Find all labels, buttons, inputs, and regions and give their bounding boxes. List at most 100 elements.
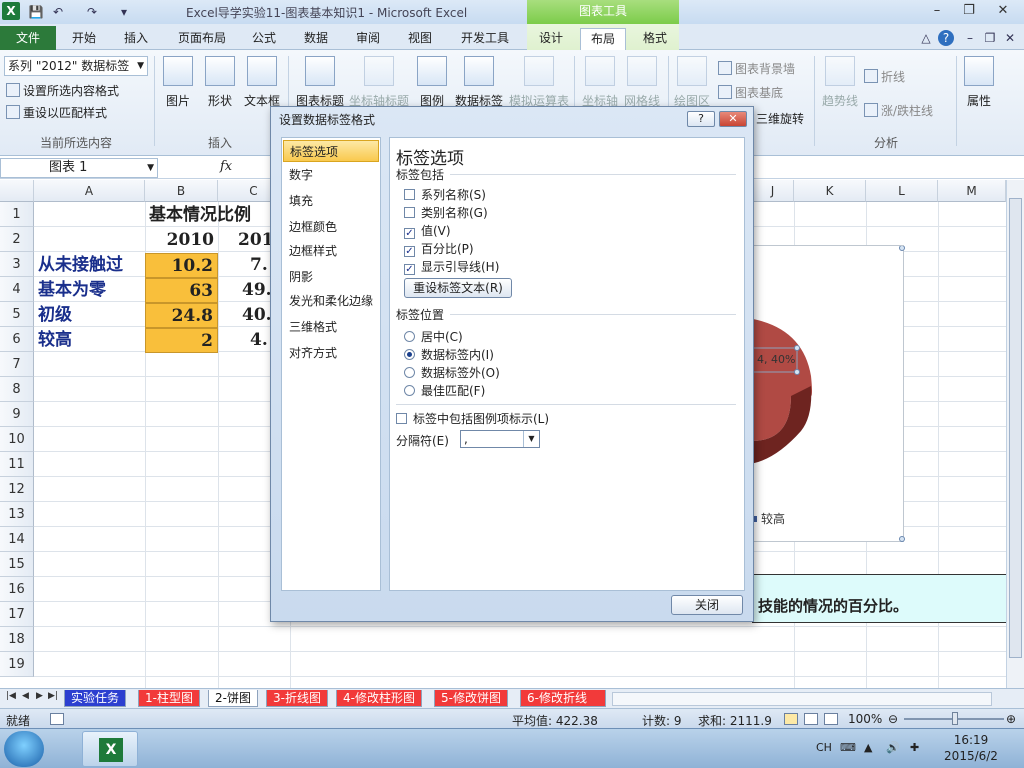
sheet-tab-mod-column[interactable]: 4-修改柱形图 [336, 690, 422, 707]
sheet-tab-task[interactable]: 实验任务 [64, 690, 127, 707]
position-best-fit-radio[interactable]: 最佳匹配(F) [404, 382, 485, 399]
horizontal-scrollbar[interactable] [612, 692, 992, 706]
data-table-button[interactable]: 模拟运算表 [508, 56, 570, 109]
trendline-button[interactable]: 趋势线 [820, 56, 860, 109]
workbook-restore-button[interactable]: ❐ [982, 30, 998, 46]
cell-a6[interactable]: 较高 [34, 328, 145, 353]
gridlines-button[interactable]: 网格线 [622, 56, 662, 109]
zoom-in-icon[interactable]: ⊕ [1006, 712, 1016, 726]
tab-layout[interactable]: 布局 [580, 28, 626, 50]
nav-shadow[interactable]: 阴影 [283, 266, 379, 288]
column-header-j[interactable]: J [752, 180, 794, 202]
next-sheet-icon[interactable]: ▶ [36, 691, 43, 701]
row-header[interactable]: 10 [0, 427, 34, 452]
tab-home[interactable]: 开始 [62, 28, 106, 50]
sheet-tab-mod-line[interactable]: 6-修改折线 [520, 690, 606, 707]
lines-button[interactable]: 折线 [864, 68, 905, 85]
workbook-minimize-button[interactable]: – [962, 30, 978, 46]
keyboard-icon[interactable]: ⌨ [840, 741, 856, 754]
row-header[interactable]: 14 [0, 527, 34, 552]
vertical-scroll-thumb[interactable] [1009, 198, 1022, 658]
cell-b5[interactable]: 24.8 [145, 303, 218, 328]
close-button[interactable]: ✕ [990, 2, 1016, 20]
format-selection-button[interactable]: 设置所选内容格式 [6, 82, 119, 99]
tab-format[interactable]: 格式 [634, 28, 676, 50]
nav-number[interactable]: 数字 [283, 164, 379, 186]
dialog-close-x-button[interactable]: ✕ [719, 111, 747, 127]
chart-floor-button[interactable]: 图表基底 [718, 84, 783, 101]
first-sheet-icon[interactable]: |◀ [6, 691, 16, 701]
macro-record-icon[interactable] [50, 713, 64, 725]
taskbar-clock[interactable]: 16:19 2015/6/2 [940, 732, 1002, 764]
save-icon[interactable]: 💾 [28, 4, 44, 20]
nav-label-options[interactable]: 标签选项 [283, 140, 379, 162]
row-header[interactable]: 16 [0, 577, 34, 602]
data-labels-button[interactable]: 数据标签 [452, 56, 506, 109]
row-header[interactable]: 13 [0, 502, 34, 527]
collapse-ribbon-icon[interactable]: △ [918, 30, 934, 46]
nav-fill[interactable]: 填充 [283, 190, 379, 212]
note-textbox[interactable]: 技能的情况的百分比。 [752, 574, 1006, 623]
nav-border-color[interactable]: 边框颜色 [283, 216, 379, 238]
cell-b1-title[interactable]: 基本情况比例 [140, 203, 260, 228]
chart-resize-handle[interactable] [899, 246, 905, 251]
cell-c2[interactable]: 201 [238, 228, 274, 253]
updown-bars-button[interactable]: 涨/跌柱线 [864, 102, 933, 119]
select-all-corner[interactable] [0, 180, 34, 202]
undo-icon[interactable]: ↶ [50, 4, 66, 20]
cell-a3[interactable]: 从未接触过 [34, 253, 145, 278]
customize-qat-icon[interactable]: ▾ [116, 4, 132, 20]
ime-indicator[interactable]: CH [816, 741, 832, 754]
series-name-checkbox[interactable]: 系列名称(S) [404, 186, 486, 203]
properties-button[interactable]: 属性 [962, 56, 996, 109]
help-icon[interactable]: ? [938, 30, 954, 46]
network-icon[interactable]: ✚ [910, 741, 919, 754]
vertical-scrollbar[interactable] [1006, 180, 1024, 688]
sheet-tab-column[interactable]: 1-柱型图 [138, 690, 200, 707]
page-layout-view-icon[interactable] [804, 713, 818, 725]
row-header[interactable]: 7 [0, 352, 34, 377]
sheet-tab-mod-pie[interactable]: 5-修改饼图 [434, 690, 508, 707]
column-header-k[interactable]: K [794, 180, 866, 202]
insert-textbox-button[interactable]: 文本框 [242, 56, 282, 109]
row-header[interactable]: 1 [0, 202, 34, 227]
workbook-close-button[interactable]: ✕ [1002, 30, 1018, 46]
category-name-checkbox[interactable]: 类别名称(G) [404, 204, 488, 221]
value-checkbox[interactable]: ✓ 值(V) [404, 222, 451, 239]
cell-a4[interactable]: 基本为零 [34, 278, 145, 303]
column-header-l[interactable]: L [866, 180, 938, 202]
leader-lines-checkbox[interactable]: ✓ 显示引导线(H) [404, 258, 499, 275]
position-outside-end-radio[interactable]: 数据标签外(O) [404, 364, 500, 381]
normal-view-icon[interactable] [784, 713, 798, 725]
chart-title-button[interactable]: 图表标题 [294, 56, 346, 109]
last-sheet-icon[interactable]: ▶| [48, 691, 58, 701]
row-header[interactable]: 19 [0, 652, 34, 677]
start-button[interactable] [4, 731, 44, 767]
chart-element-combo[interactable]: 系列 "2012" 数据标签 ▼ [4, 56, 148, 76]
maximize-button[interactable]: ❐ [956, 2, 982, 20]
tab-page-layout[interactable]: 页面布局 [170, 28, 234, 50]
row-header[interactable]: 5 [0, 302, 34, 327]
minimize-button[interactable]: – [924, 2, 950, 20]
show-hidden-icons-icon[interactable]: ▲ [864, 741, 872, 754]
tab-view[interactable]: 视图 [400, 28, 440, 50]
reset-label-text-button[interactable]: 重设标签文本(R) [404, 278, 512, 298]
legend-button[interactable]: 图例 [416, 56, 448, 109]
cell-b2[interactable]: 2010 [145, 228, 218, 253]
nav-alignment[interactable]: 对齐方式 [283, 342, 379, 364]
tab-data[interactable]: 数据 [296, 28, 336, 50]
excel-app-icon[interactable]: X [2, 2, 20, 20]
sheet-tab-line[interactable]: 3-折线图 [266, 690, 328, 707]
row-header[interactable]: 11 [0, 452, 34, 477]
taskbar-excel-button[interactable]: X [82, 731, 138, 767]
dialog-close-button[interactable]: 关闭 [671, 595, 743, 615]
row-header[interactable]: 2 [0, 227, 34, 252]
nav-border-style[interactable]: 边框样式 [283, 240, 379, 262]
tab-developer[interactable]: 开发工具 [452, 28, 518, 50]
tab-design[interactable]: 设计 [530, 28, 572, 50]
cell-a5[interactable]: 初级 [34, 303, 145, 328]
prev-sheet-icon[interactable]: ◀ [22, 691, 29, 701]
column-header-m[interactable]: M [938, 180, 1006, 202]
cell-b3[interactable]: 10.2 [145, 253, 218, 278]
row-header[interactable]: 12 [0, 477, 34, 502]
